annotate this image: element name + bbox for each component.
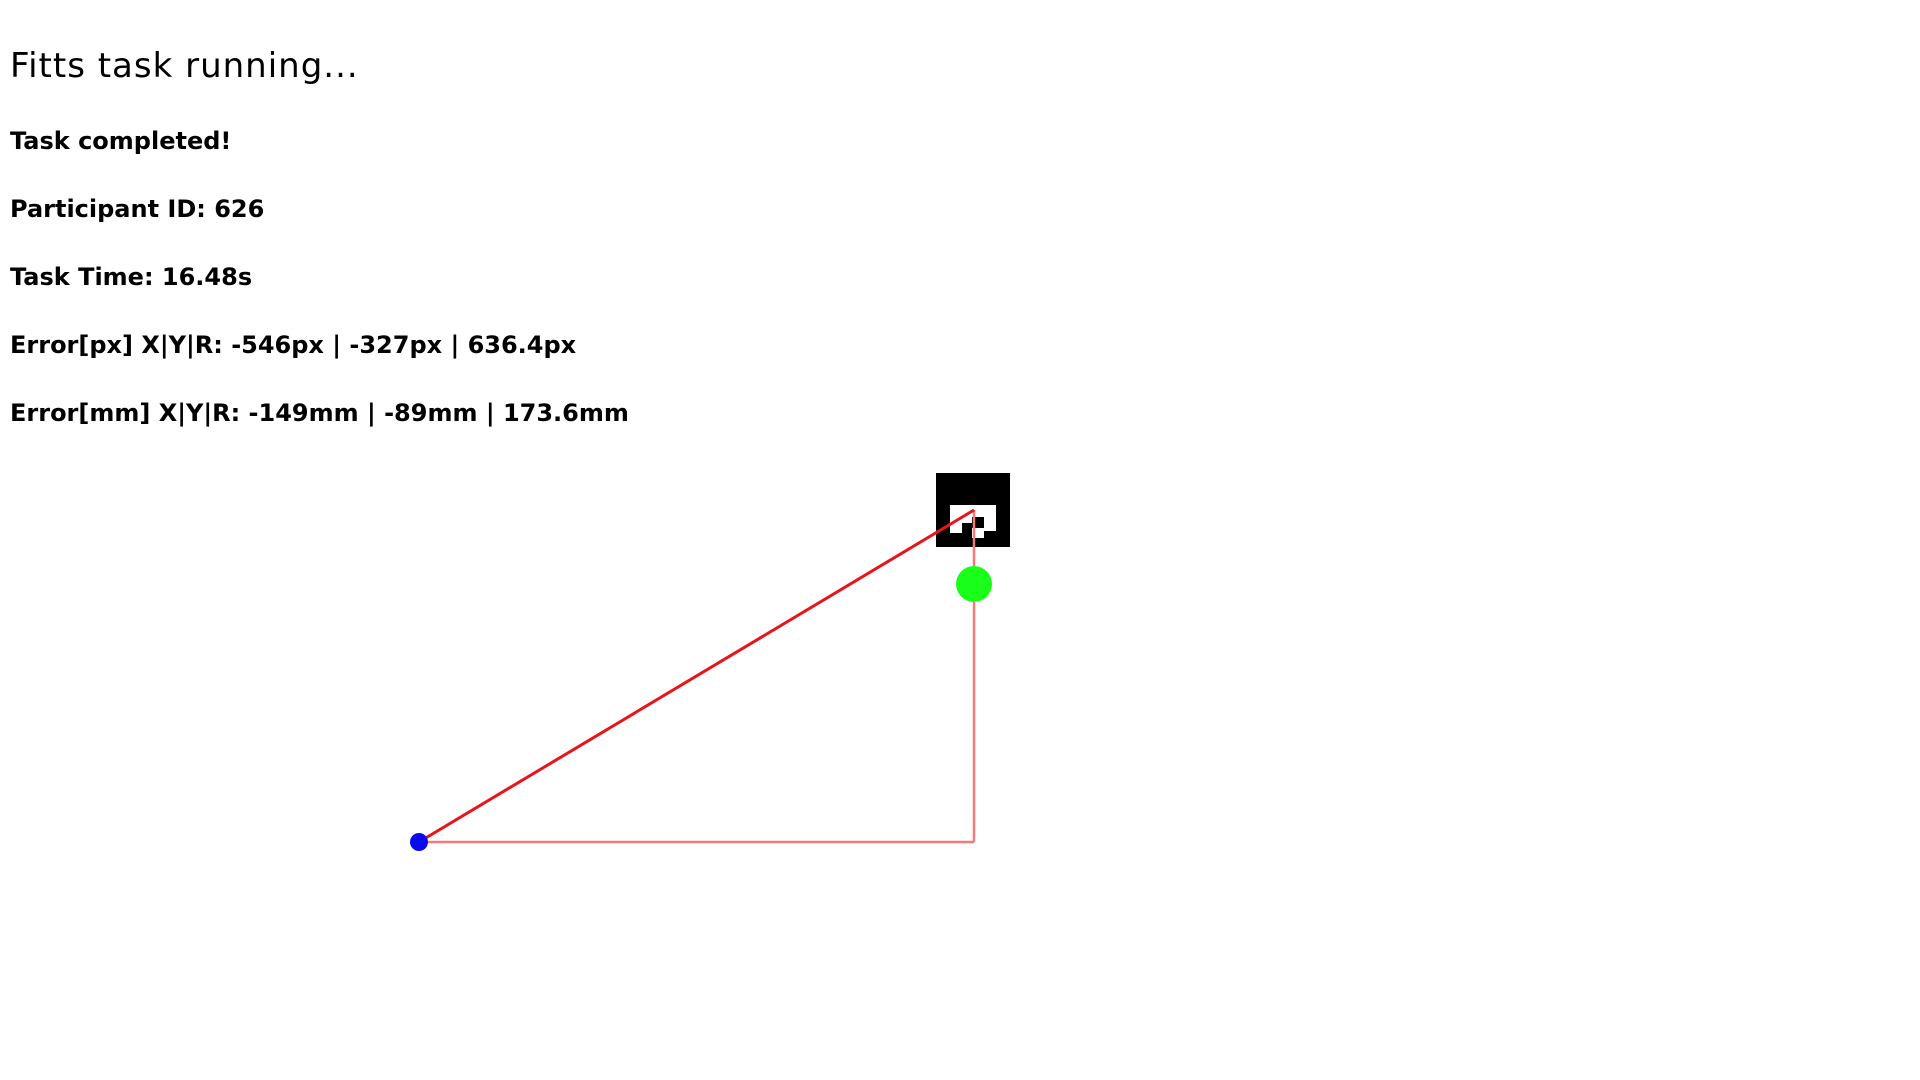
error-radial-line xyxy=(418,508,975,844)
green-target-dot xyxy=(956,566,992,602)
marker-cell xyxy=(984,517,996,531)
fitts-task-canvas: Fitts task running... Task completed! Pa… xyxy=(0,0,1920,1080)
task-scene xyxy=(410,473,1010,851)
blue-cursor-dot xyxy=(410,833,428,851)
